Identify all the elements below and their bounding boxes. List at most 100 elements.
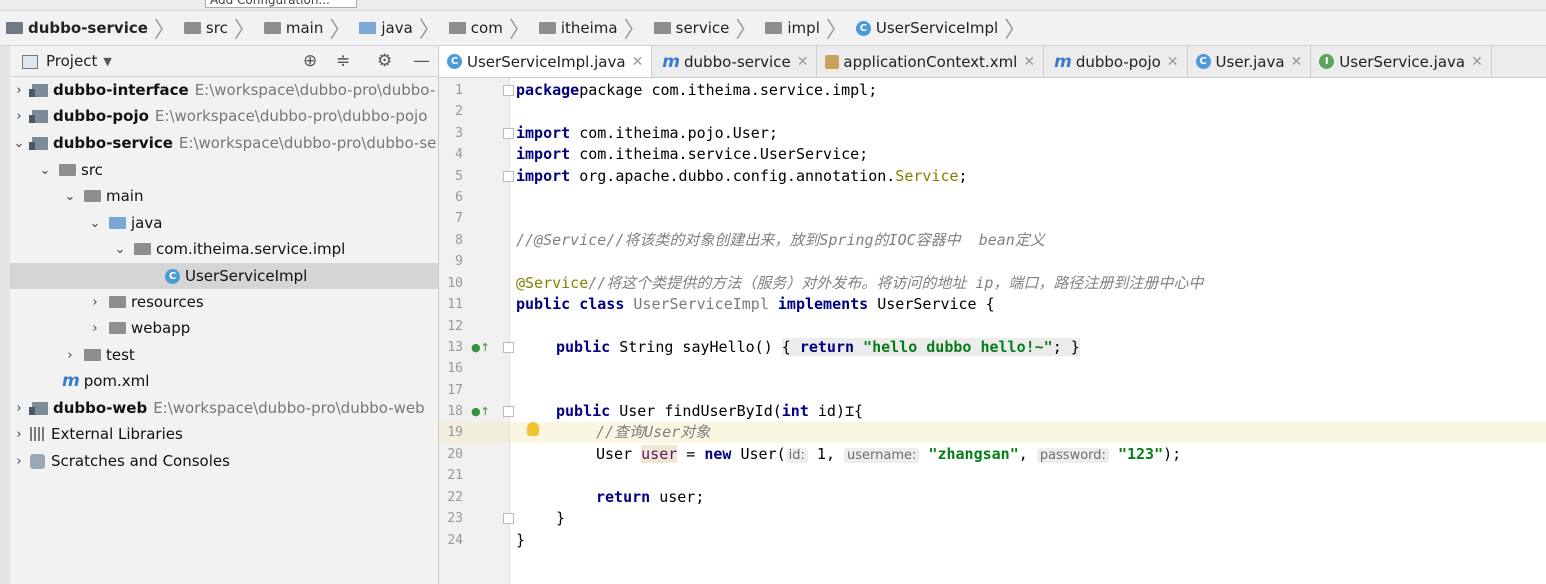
breadcrumb-impl[interactable]: impl 〉: [759, 11, 849, 45]
chevron-down-icon[interactable]: ⌄: [113, 242, 127, 257]
breadcrumb-service[interactable]: service 〉: [648, 11, 760, 45]
code-editor[interactable]: 1 2 3 4 5 6 7 8 9 10 11 12 13 16 17 18 1…: [439, 78, 1546, 584]
close-icon[interactable]: ✕: [1471, 54, 1483, 70]
chevron-right-icon[interactable]: ›: [88, 321, 102, 336]
breadcrumb-userserviceimpl[interactable]: C UserServiceImpl 〉: [850, 11, 1028, 45]
tab-user[interactable]: C User.java ✕: [1188, 46, 1312, 77]
tree-item-dubbo-pojo[interactable]: › dubbo-pojo E:\workspace\dubbo-pro\dubb…: [10, 103, 438, 129]
folder-icon: [84, 190, 101, 202]
breadcrumb-src[interactable]: src 〉: [178, 11, 258, 45]
line-number: 19: [447, 425, 463, 440]
source-folder-icon: [109, 217, 126, 229]
fold-marker-icon[interactable]: [503, 171, 514, 182]
chevron-down-icon[interactable]: ▼: [103, 55, 111, 68]
line-number: 9: [455, 254, 463, 269]
line-number: 22: [447, 490, 463, 505]
folder-icon: [183, 22, 201, 34]
tree-item-userserviceimpl[interactable]: C UserServiceImpl: [10, 263, 438, 289]
breadcrumb-dubbo-service[interactable]: dubbo-service 〉: [0, 11, 178, 45]
code-line-13[interactable]: public String sayHello() { return "hello…: [516, 337, 1080, 358]
resources-folder-icon: [109, 296, 126, 308]
tree-item-java[interactable]: ⌄ java: [10, 210, 438, 236]
folder-icon: [263, 22, 281, 34]
chevron-right-icon[interactable]: ›: [12, 401, 26, 416]
chevron-right-icon[interactable]: ›: [88, 295, 102, 310]
module-icon: [29, 109, 48, 123]
tree-item-pom[interactable]: m pom.xml: [10, 368, 438, 394]
close-icon[interactable]: ✕: [1167, 54, 1179, 70]
close-icon[interactable]: ✕: [797, 54, 809, 70]
breadcrumb-itheima[interactable]: itheima 〉: [533, 11, 648, 45]
breadcrumb-java[interactable]: java 〉: [353, 11, 442, 45]
tree-item-dubbo-web[interactable]: › dubbo-web E:\workspace\dubbo-pro\dubbo…: [10, 395, 438, 421]
tab-userserviceimpl[interactable]: C UserServiceImpl.java ✕: [439, 46, 653, 77]
class-icon: C: [855, 20, 871, 36]
code-line-24[interactable]: }: [516, 530, 525, 551]
code-line-4[interactable]: import com.itheima.service.UserService;: [516, 144, 868, 165]
tab-userservice[interactable]: I UserService.java ✕: [1311, 46, 1492, 77]
code-line-11[interactable]: public class UserServiceImpl implements …: [516, 294, 995, 315]
hide-panel-icon[interactable]: —: [413, 51, 430, 71]
tree-item-webapp[interactable]: › webapp: [10, 315, 438, 341]
line-number: 10: [447, 276, 463, 291]
chevron-down-icon[interactable]: ⌄: [12, 136, 26, 151]
param-hint-password: password:: [1036, 448, 1109, 463]
breadcrumb-main[interactable]: main 〉: [258, 11, 354, 45]
project-panel-header: Project ▼ ⊕ ≑ ⚙ —: [10, 46, 438, 77]
chevron-down-icon[interactable]: ⌄: [88, 216, 102, 231]
line-number: 5: [455, 169, 463, 184]
tab-dubbo-service[interactable]: m dubbo-service ✕: [652, 46, 818, 77]
code-line-18[interactable]: public User findUserById(int id)⌶{: [516, 401, 863, 422]
fold-marker-icon[interactable]: [503, 128, 514, 139]
chevron-down-icon[interactable]: ⌄: [63, 189, 77, 204]
run-configuration-dropdown[interactable]: Add Configuration...: [205, 0, 357, 8]
code-line-19[interactable]: //查询User对象: [516, 422, 710, 443]
code-line-23[interactable]: }: [516, 508, 565, 529]
tree-item-external-libraries[interactable]: › External Libraries: [10, 421, 438, 447]
line-number: 1: [455, 83, 463, 98]
chevron-right-icon[interactable]: ›: [12, 427, 26, 442]
collapse-all-icon[interactable]: ≑: [336, 51, 350, 71]
tree-item-test[interactable]: › test: [10, 342, 438, 368]
breadcrumb-com[interactable]: com 〉: [443, 11, 533, 45]
module-icon: [29, 83, 48, 97]
close-icon[interactable]: ✕: [1023, 54, 1035, 70]
chevron-right-icon[interactable]: ›: [12, 83, 26, 98]
fold-marker-icon[interactable]: [503, 342, 514, 353]
tree-item-package[interactable]: ⌄ com.itheima.service.impl: [10, 236, 438, 262]
code-line-20[interactable]: User user = new User(id: 1, username: "z…: [516, 444, 1181, 465]
close-icon[interactable]: ✕: [1291, 54, 1303, 70]
tree-item-main[interactable]: ⌄ main: [10, 183, 438, 209]
chevron-down-icon[interactable]: ⌄: [38, 163, 52, 178]
chevron-right-icon[interactable]: ›: [63, 348, 77, 363]
code-line-8[interactable]: //@Service//将该类的对象创建出来，放到Spring的IOC容器中 b…: [516, 230, 1045, 251]
chevron-right-icon[interactable]: ›: [12, 454, 26, 469]
line-number: 21: [447, 468, 463, 483]
tab-dubbo-pojo[interactable]: m dubbo-pojo ✕: [1044, 46, 1188, 77]
gear-icon[interactable]: ⚙: [377, 51, 392, 71]
tab-applicationcontext[interactable]: applicationContext.xml ✕: [817, 46, 1045, 77]
fold-marker-icon[interactable]: [503, 513, 514, 524]
tree-item-resources[interactable]: › resources: [10, 289, 438, 315]
chevron-right-icon[interactable]: ›: [12, 109, 26, 124]
close-icon[interactable]: ✕: [632, 54, 644, 70]
tree-item-dubbo-service[interactable]: ⌄ dubbo-service E:\workspace\dubbo-pro\d…: [10, 130, 438, 156]
locate-icon[interactable]: ⊕: [303, 51, 317, 71]
implements-method-icon[interactable]: ●↑: [471, 341, 490, 354]
code-line-1[interactable]: packagepackage com.itheima.service.impl;: [516, 80, 877, 101]
code-line-22[interactable]: return user;: [516, 487, 704, 508]
maven-icon: m: [62, 371, 80, 391]
code-line-10[interactable]: @Service//将这个类提供的方法（服务）对外发布。将访问的地址 ip，端口…: [516, 273, 1203, 294]
source-folder-icon: [359, 22, 377, 34]
folder-icon: [84, 349, 101, 361]
implements-method-icon[interactable]: ●↑: [471, 405, 490, 418]
tree-item-dubbo-interface[interactable]: › dubbo-interface E:\workspace\dubbo-pro…: [10, 77, 438, 103]
line-number: 23: [447, 511, 463, 526]
code-line-3[interactable]: import com.itheima.pojo.User;: [516, 123, 778, 144]
tree-item-src[interactable]: ⌄ src: [10, 157, 438, 183]
tree-item-scratches[interactable]: › Scratches and Consoles: [10, 448, 438, 474]
code-line-5[interactable]: import org.apache.dubbo.config.annotatio…: [516, 166, 968, 187]
project-view-dropdown[interactable]: Project: [46, 52, 97, 70]
fold-marker-icon[interactable]: [503, 85, 514, 96]
fold-marker-icon[interactable]: [503, 406, 514, 417]
